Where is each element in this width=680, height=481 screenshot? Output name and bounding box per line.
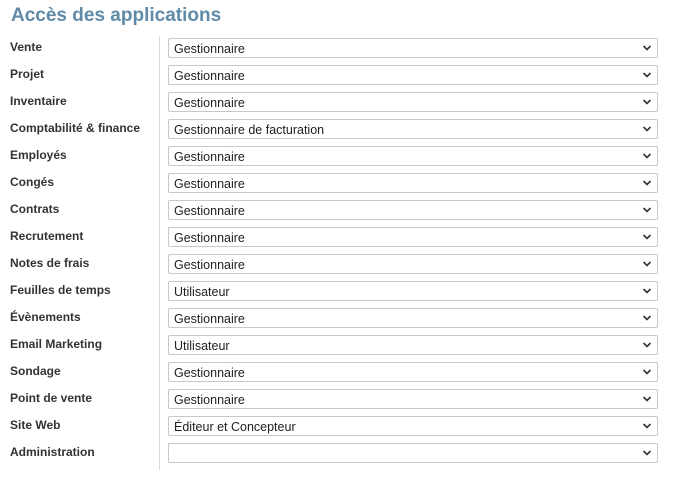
access-select-value: Gestionnaire [174, 42, 245, 56]
access-label-administration: Administration [10, 445, 95, 459]
access-select-value: Gestionnaire [174, 231, 245, 245]
access-row-employes: Employés Gestionnaire [0, 144, 680, 171]
chevron-down-icon [642, 369, 652, 375]
chevron-down-icon [642, 45, 652, 51]
access-label-comptabilite: Comptabilité & finance [10, 121, 141, 135]
access-label-projet: Projet [10, 67, 45, 81]
chevron-down-icon [642, 207, 652, 213]
access-select-email-marketing[interactable]: Utilisateur [168, 335, 658, 355]
chevron-down-icon [642, 99, 652, 105]
chevron-down-icon [642, 423, 652, 429]
chevron-down-icon [642, 180, 652, 186]
chevron-down-icon [642, 450, 652, 456]
access-label-point-de-vente: Point de vente [10, 391, 93, 405]
access-select-value: Gestionnaire [174, 177, 245, 191]
access-row-administration: Administration [0, 441, 680, 468]
access-select-contrats[interactable]: Gestionnaire [168, 200, 658, 220]
access-label-feuilles-de-temps: Feuilles de temps [10, 283, 111, 297]
access-select-value: Éditeur et Concepteur [174, 420, 296, 434]
access-select-point-de-vente[interactable]: Gestionnaire [168, 389, 658, 409]
chevron-down-icon [642, 72, 652, 78]
access-label-recrutement: Recrutement [10, 229, 84, 243]
access-label-employes: Employés [10, 148, 67, 162]
access-row-contrats: Contrats Gestionnaire [0, 198, 680, 225]
access-select-value: Utilisateur [174, 339, 230, 353]
access-select-projet[interactable]: Gestionnaire [168, 65, 658, 85]
access-row-notes-de-frais: Notes de frais Gestionnaire [0, 252, 680, 279]
access-select-vente[interactable]: Gestionnaire [168, 38, 658, 58]
access-select-notes-de-frais[interactable]: Gestionnaire [168, 254, 658, 274]
chevron-down-icon [642, 261, 652, 267]
access-label-email-marketing: Email Marketing [10, 337, 103, 351]
access-select-conges[interactable]: Gestionnaire [168, 173, 658, 193]
access-label-vente: Vente [10, 40, 43, 54]
chevron-down-icon [642, 153, 652, 159]
access-row-sondage: Sondage Gestionnaire [0, 360, 680, 387]
chevron-down-icon [642, 126, 652, 132]
access-select-value: Gestionnaire [174, 366, 245, 380]
access-select-value: Gestionnaire [174, 69, 245, 83]
access-row-point-de-vente: Point de vente Gestionnaire [0, 387, 680, 414]
access-row-vente: Vente Gestionnaire [0, 36, 680, 63]
access-row-email-marketing: Email Marketing Utilisateur [0, 333, 680, 360]
access-select-value: Gestionnaire [174, 204, 245, 218]
access-row-recrutement: Recrutement Gestionnaire [0, 225, 680, 252]
access-select-employes[interactable]: Gestionnaire [168, 146, 658, 166]
access-label-inventaire: Inventaire [10, 94, 67, 108]
access-select-value: Gestionnaire [174, 150, 245, 164]
access-label-conges: Congés [10, 175, 55, 189]
access-select-value: Gestionnaire [174, 312, 245, 326]
section-title: Accès des applications [11, 5, 222, 26]
access-row-comptabilite: Comptabilité & finance Gestionnaire de f… [0, 117, 680, 144]
chevron-down-icon [642, 396, 652, 402]
chevron-down-icon [642, 315, 652, 321]
access-row-site-web: Site Web Éditeur et Concepteur [0, 414, 680, 441]
access-label-contrats: Contrats [10, 202, 60, 216]
access-select-inventaire[interactable]: Gestionnaire [168, 92, 658, 112]
access-label-notes-de-frais: Notes de frais [10, 256, 90, 270]
access-select-site-web[interactable]: Éditeur et Concepteur [168, 416, 658, 436]
access-select-value: Gestionnaire [174, 393, 245, 407]
access-select-value: Utilisateur [174, 285, 230, 299]
access-label-site-web: Site Web [10, 418, 61, 432]
access-rights-list: Vente Gestionnaire Projet Gestionnaire I… [0, 36, 680, 468]
access-label-evenements: Évènements [10, 310, 81, 324]
chevron-down-icon [642, 288, 652, 294]
access-row-feuilles-de-temps: Feuilles de temps Utilisateur [0, 279, 680, 306]
access-select-recrutement[interactable]: Gestionnaire [168, 227, 658, 247]
chevron-down-icon [642, 342, 652, 348]
access-select-feuilles-de-temps[interactable]: Utilisateur [168, 281, 658, 301]
access-select-comptabilite[interactable]: Gestionnaire de facturation [168, 119, 658, 139]
access-select-administration[interactable] [168, 443, 658, 463]
access-select-value: Gestionnaire [174, 258, 245, 272]
access-row-conges: Congés Gestionnaire [0, 171, 680, 198]
access-label-sondage: Sondage [10, 364, 61, 378]
access-row-evenements: Évènements Gestionnaire [0, 306, 680, 333]
access-row-projet: Projet Gestionnaire [0, 63, 680, 90]
access-select-value: Gestionnaire [174, 96, 245, 110]
access-select-value: Gestionnaire de facturation [174, 123, 325, 137]
access-select-sondage[interactable]: Gestionnaire [168, 362, 658, 382]
access-select-evenements[interactable]: Gestionnaire [168, 308, 658, 328]
access-row-inventaire: Inventaire Gestionnaire [0, 90, 680, 117]
chevron-down-icon [642, 234, 652, 240]
